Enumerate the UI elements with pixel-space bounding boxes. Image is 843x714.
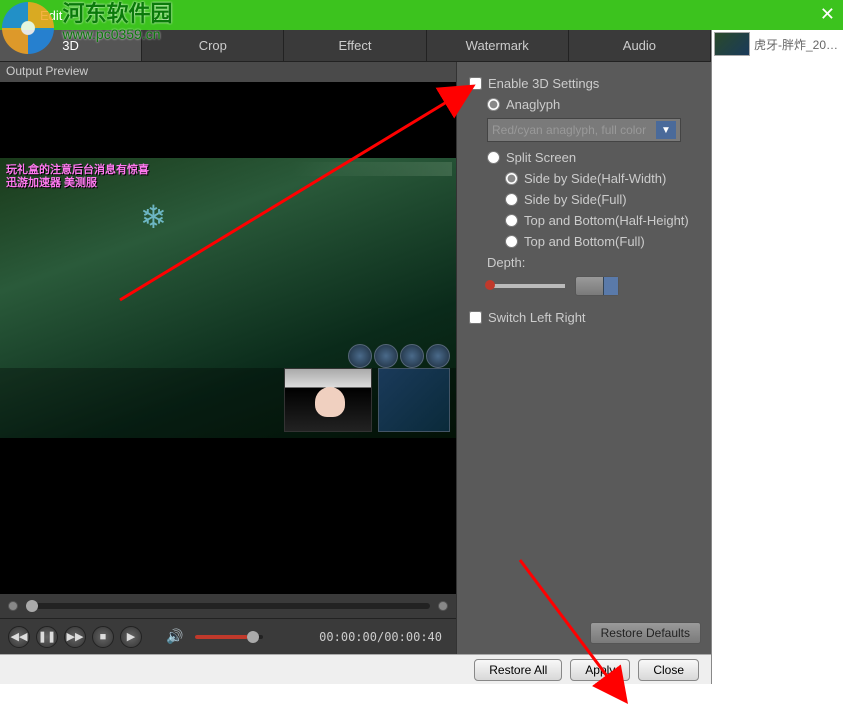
depth-stepper[interactable] — [575, 276, 619, 296]
seek-track[interactable] — [26, 603, 430, 609]
volume-knob-icon[interactable] — [247, 631, 259, 643]
depth-knob-icon[interactable] — [485, 280, 495, 290]
prev-button[interactable]: ◀◀ — [8, 626, 30, 648]
file-item-label: 虎牙-胖炸_20… — [754, 36, 838, 53]
anaglyph-select-value: Red/cyan anaglyph, full color — [492, 123, 646, 137]
stop-button[interactable]: ■ — [92, 626, 114, 648]
chevron-down-icon[interactable]: ▼ — [656, 121, 676, 139]
volume-slider[interactable] — [195, 635, 263, 639]
split-screen-radio[interactable]: Split Screen — [487, 150, 699, 165]
enable-3d-checkbox[interactable]: Enable 3D Settings — [469, 76, 699, 91]
next-button[interactable]: ▶▶ — [64, 626, 86, 648]
anaglyph-radio[interactable]: Anaglyph — [487, 97, 699, 112]
file-sidebar: 虎牙-胖炸_20… — [711, 30, 843, 684]
seek-end-marker[interactable] — [438, 601, 448, 611]
apply-button[interactable]: Apply — [570, 659, 630, 681]
playback-controls: ◀◀ ❚❚ ▶▶ ■ ▶ 🔊 00:00:00/00:00:40 — [0, 618, 456, 654]
switch-lr-checkbox[interactable]: Switch Left Right — [469, 310, 699, 325]
file-item[interactable]: 虎牙-胖炸_20… — [714, 32, 841, 56]
sbs-half-radio[interactable]: Side by Side(Half-Width) — [505, 171, 699, 186]
tab-effect[interactable]: Effect — [284, 30, 426, 61]
close-icon[interactable]: ✕ — [820, 4, 835, 25]
minimap — [378, 368, 450, 432]
game-hud-top — [292, 162, 452, 176]
preview-label: Output Preview — [0, 62, 456, 82]
volume-icon[interactable]: 🔊 — [166, 628, 183, 645]
sbs-full-radio[interactable]: Side by Side(Full) — [505, 192, 699, 207]
video-overlay-text: 玩礼盒的注意后台消息有惊喜 迅游加速器 美测服 — [6, 164, 149, 190]
restore-all-button[interactable]: Restore All — [474, 659, 562, 681]
preview-panel: Output Preview 玩礼盒的注意后台消息有惊喜 迅游加速器 美测服 ❄ — [0, 62, 456, 654]
game-portraits — [348, 344, 450, 368]
tb-half-radio[interactable]: Top and Bottom(Half-Height) — [505, 213, 699, 228]
seek-bar — [0, 594, 456, 618]
seek-start-marker[interactable] — [8, 601, 18, 611]
play-button[interactable]: ▶ — [120, 626, 142, 648]
tab-crop[interactable]: Crop — [142, 30, 284, 61]
seek-thumb-icon[interactable] — [26, 600, 38, 612]
titlebar: Edit ✕ — [0, 0, 843, 30]
tb-full-radio[interactable]: Top and Bottom(Full) — [505, 234, 699, 249]
depth-label: Depth: — [487, 255, 699, 270]
tab-3d[interactable]: 3D — [0, 30, 142, 61]
depth-track[interactable] — [487, 284, 565, 288]
tab-audio[interactable]: Audio — [569, 30, 711, 61]
window-title: Edit — [40, 8, 62, 23]
tabs-bar: 3D Crop Effect Watermark Audio — [0, 30, 711, 62]
close-button[interactable]: Close — [638, 659, 699, 681]
video-frame: 玩礼盒的注意后台消息有惊喜 迅游加速器 美测服 ❄ — [0, 158, 456, 438]
webcam-overlay — [284, 368, 372, 432]
preview-canvas: 玩礼盒的注意后台消息有惊喜 迅游加速器 美测服 ❄ — [0, 82, 456, 594]
file-thumb-icon — [714, 32, 750, 56]
pause-button[interactable]: ❚❚ — [36, 626, 58, 648]
bottom-bar: Restore All Apply Close — [0, 654, 711, 684]
settings-panel: Enable 3D Settings Anaglyph Red/cyan ana… — [456, 62, 711, 654]
snowflake-icon: ❄ — [140, 198, 180, 238]
anaglyph-select[interactable]: Red/cyan anaglyph, full color ▼ — [487, 118, 681, 142]
timecode: 00:00:00/00:00:40 — [319, 630, 442, 644]
restore-defaults-button[interactable]: Restore Defaults — [590, 622, 701, 644]
tab-watermark[interactable]: Watermark — [427, 30, 569, 61]
